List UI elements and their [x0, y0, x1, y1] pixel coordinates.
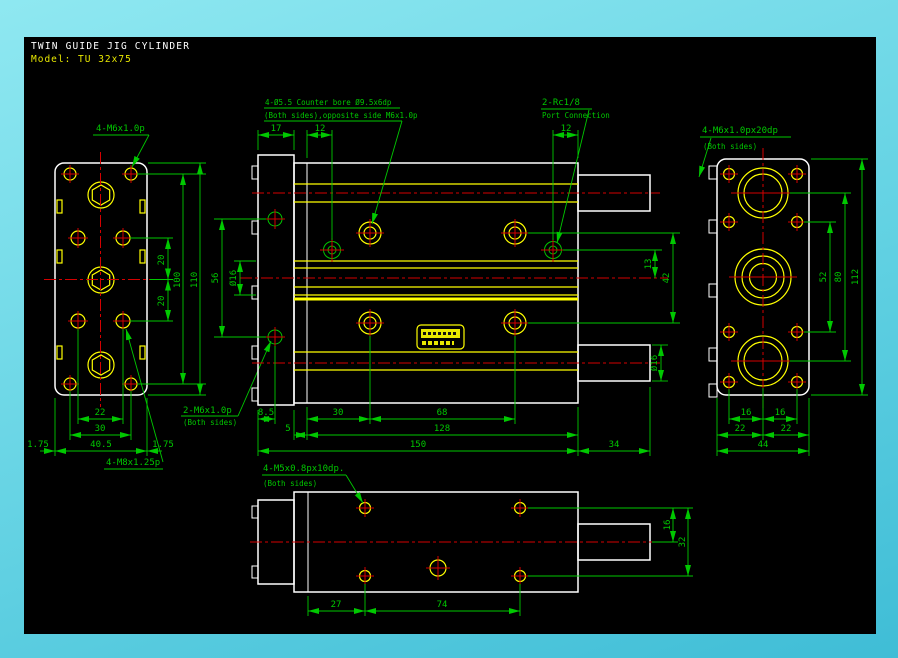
dim-68: 68 — [437, 408, 448, 418]
dim-8-5: 8.5 — [258, 408, 274, 418]
callout-m6x20-note: (Both sides) — [703, 142, 757, 151]
dim-5: 5 — [285, 424, 290, 434]
callout-counterbore-line1: 4-Ø5.5 Counter bore Ø9.5x6dp — [265, 98, 392, 107]
dim-rod-dia: Ø16 — [228, 270, 239, 286]
drawing-title: TWIN GUIDE JIG CYLINDER — [31, 41, 190, 52]
callout-m5: 4-M5x0.8px10dp. — [263, 464, 344, 474]
dim-20-lower: 20 — [157, 296, 167, 307]
callout-m6: 4-M6x1.0p — [96, 124, 145, 134]
dim-20-upper: 20 — [157, 255, 167, 266]
dim-27: 27 — [331, 600, 342, 610]
dim-56: 56 — [211, 273, 221, 284]
dim-100: 100 — [173, 272, 183, 288]
dim-30: 30 — [95, 424, 106, 434]
callout-counterbore-line2: (Both sides),opposite side M6x1.0p — [264, 111, 418, 120]
dim-52: 52 — [819, 272, 829, 283]
callout-port-line1: 2-Rc1/8 — [542, 98, 580, 108]
callout-m6x20: 4-M6x1.0px20dp — [702, 126, 778, 136]
callout-port-line2: Port Connection — [542, 111, 610, 120]
dim-1-75-right: 1.75 — [152, 440, 174, 450]
dim-16b: 16 — [775, 408, 786, 418]
callout-m8: 4-M8x1.25p — [106, 458, 160, 468]
dim-32: 32 — [678, 537, 688, 548]
dim-22: 22 — [95, 408, 106, 418]
dim-12-right: 12 — [561, 124, 572, 134]
callout-2m6-note: (Both sides) — [183, 418, 237, 427]
dim-12-left: 12 — [315, 124, 326, 134]
dim-1-75-left: 1.75 — [27, 440, 49, 450]
dim-150: 150 — [410, 440, 426, 450]
dim-74: 74 — [437, 600, 448, 610]
dim-17: 17 — [271, 124, 282, 134]
dim-16a: 16 — [741, 408, 752, 418]
dim-110: 110 — [190, 272, 200, 288]
dim-112: 112 — [851, 269, 861, 285]
drawing-model: Model: TU 32x75 — [31, 54, 132, 65]
dim-44: 44 — [758, 440, 769, 450]
dim-30b: 30 — [333, 408, 344, 418]
callout-2m6: 2-M6x1.0p — [183, 406, 232, 416]
dim-34: 34 — [609, 440, 620, 450]
dim-rod-dia2: Ø16 — [649, 355, 660, 371]
callout-m5-note: (Both sides) — [263, 479, 317, 488]
dim-80: 80 — [834, 272, 844, 283]
dim-42: 42 — [662, 273, 672, 284]
cad-drawing-canvas: TWIN GUIDE JIG CYLINDER Model: TU 32x75 — [0, 0, 898, 658]
dim-22b: 22 — [781, 424, 792, 434]
dim-13: 13 — [644, 259, 654, 270]
dim-16: 16 — [663, 520, 673, 531]
cad-viewer-window: TWIN GUIDE JIG CYLINDER Model: TU 32x75 — [0, 0, 898, 658]
dim-40-5: 40.5 — [90, 440, 112, 450]
dim-128: 128 — [434, 424, 450, 434]
dim-22a: 22 — [735, 424, 746, 434]
